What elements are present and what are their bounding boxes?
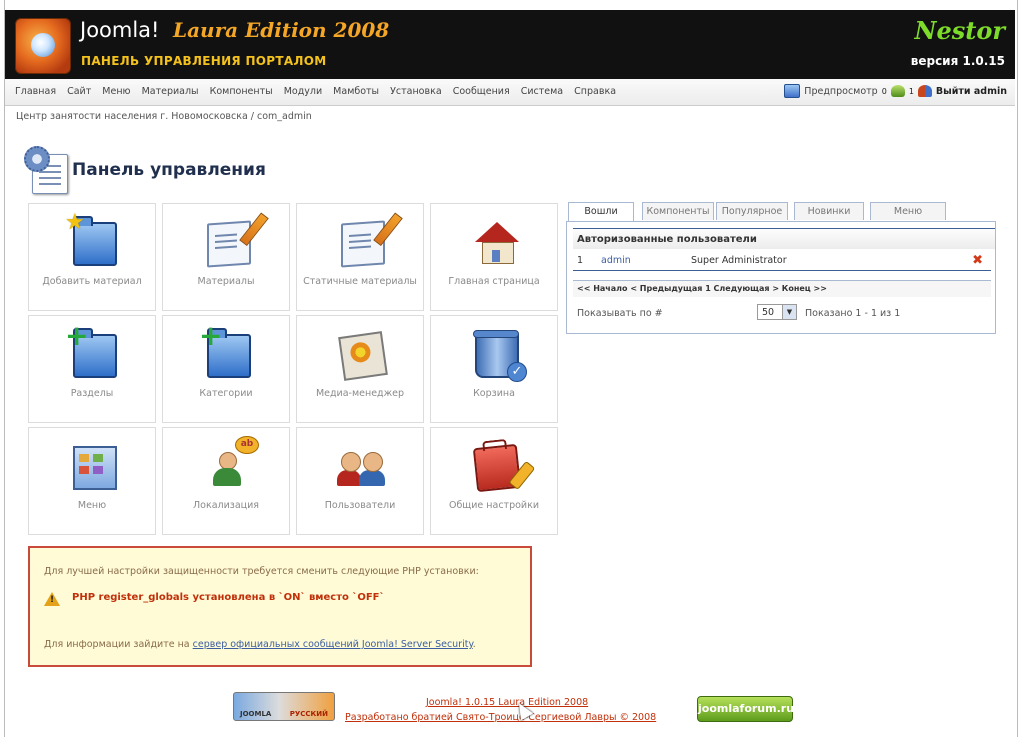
messages-count: 0 bbox=[881, 86, 887, 96]
logout-user-icon[interactable]: ✖ bbox=[972, 252, 983, 270]
home-icon bbox=[475, 222, 519, 264]
tab-logged[interactable]: Вошли bbox=[568, 202, 634, 222]
media-manager-button[interactable]: Медиа-менеджер bbox=[296, 315, 424, 423]
users-icon bbox=[337, 446, 385, 486]
footer-badge-left[interactable]: JOOMLA РУССКИЙ bbox=[233, 692, 335, 721]
version-label: версия 1.0.15 bbox=[910, 54, 1005, 68]
language-icon: ab bbox=[207, 436, 259, 486]
nestor-logo: Nestor bbox=[914, 16, 1005, 45]
menu-item-modules[interactable]: Модули bbox=[284, 86, 322, 97]
quick-icon-label: Статичные материалы bbox=[303, 276, 417, 287]
global-config-button[interactable]: Общие настройки bbox=[430, 427, 558, 535]
quick-icon-label: Добавить материал bbox=[42, 276, 142, 287]
joomlaforum-badge[interactable]: joomlaforum.ru bbox=[697, 696, 794, 722]
quick-icons-grid: ★ Добавить материал Материалы Статичные … bbox=[28, 203, 560, 535]
security-warning: Для лучшей настройки защищенности требуе… bbox=[28, 546, 532, 667]
edition-name: Laura Edition 2008 bbox=[173, 18, 390, 42]
chevron-down-icon[interactable]: ▼ bbox=[782, 305, 796, 319]
preview-link[interactable]: Предпросмотр bbox=[804, 86, 877, 97]
row-number: 1 bbox=[577, 255, 584, 266]
joomla-logo-icon bbox=[15, 18, 71, 74]
categories-icon: + bbox=[199, 322, 251, 378]
footer-version-link[interactable]: Joomla! 1.0.15 Laura Edition 2008 bbox=[426, 697, 588, 708]
menu-item-site[interactable]: Сайт bbox=[67, 86, 91, 97]
info-tabs: Вошли Компоненты Популярное Новинки Меню bbox=[566, 202, 996, 222]
language-button[interactable]: ab Локализация bbox=[162, 427, 290, 535]
quick-icon-label: Пользователи bbox=[324, 500, 396, 511]
results-count: Показано 1 - 1 из 1 bbox=[805, 308, 901, 319]
menu-item-system[interactable]: Система bbox=[521, 86, 563, 97]
content-icon bbox=[207, 212, 269, 268]
frontpage-button[interactable]: Главная страница bbox=[430, 203, 558, 311]
user-link[interactable]: admin bbox=[601, 252, 631, 270]
sections-button[interactable]: + Разделы bbox=[28, 315, 156, 423]
menu-right: Предпросмотр 0 1 Выйти admin bbox=[784, 84, 1007, 98]
logged-users-panel: Авторизованные пользователи 1 admin Supe… bbox=[566, 221, 996, 334]
per-page-label: Показывать по # bbox=[577, 308, 663, 319]
static-content-button[interactable]: Статичные материалы bbox=[296, 203, 424, 311]
sections-icon: + bbox=[65, 322, 117, 378]
header-subtitle: ПАНЕЛЬ УПРАВЛЕНИЯ ПОРТАЛОМ bbox=[81, 54, 327, 68]
quick-icon-label: Меню bbox=[77, 500, 107, 511]
page-title: Панель управления bbox=[72, 160, 266, 180]
users-button[interactable]: Пользователи bbox=[296, 427, 424, 535]
add-content-icon: ★ bbox=[65, 210, 117, 266]
add-content-button[interactable]: ★ Добавить материал bbox=[28, 203, 156, 311]
user-role: Super Administrator bbox=[691, 255, 787, 266]
per-page-select[interactable]: 50 ▼ bbox=[757, 304, 797, 320]
main-menu: Главная Сайт Меню Материалы Компоненты М… bbox=[15, 86, 624, 97]
online-users-icon[interactable] bbox=[917, 85, 932, 97]
static-content-icon bbox=[341, 212, 403, 268]
logout-link[interactable]: Выйти admin bbox=[936, 86, 1007, 97]
menu-icon bbox=[73, 446, 117, 490]
quick-icon-label: Медиа-менеджер bbox=[315, 388, 405, 399]
quick-icon-label: Категории bbox=[199, 388, 253, 399]
brand-name: Joomla! bbox=[80, 18, 160, 42]
menu-item-menu[interactable]: Меню bbox=[102, 86, 130, 97]
categories-button[interactable]: + Категории bbox=[162, 315, 290, 423]
trash-button[interactable]: ✓ Корзина bbox=[430, 315, 558, 423]
warning-info: Для информации зайдите на сервер официал… bbox=[44, 639, 476, 650]
warning-setting: PHP register_globals установлена в `ON` … bbox=[72, 592, 385, 603]
users-count: 1 bbox=[908, 86, 914, 96]
menu-item-content[interactable]: Материалы bbox=[142, 86, 199, 97]
messages-icon[interactable] bbox=[890, 85, 905, 97]
control-panel-icon bbox=[24, 146, 70, 194]
preview-icon[interactable] bbox=[784, 84, 801, 98]
quick-icon-label: Корзина bbox=[473, 388, 515, 399]
tab-components[interactable]: Компоненты bbox=[642, 202, 714, 220]
config-icon bbox=[472, 443, 536, 493]
quick-icon-label: Общие настройки bbox=[448, 500, 540, 511]
panel-header: Авторизованные пользователи bbox=[573, 228, 995, 249]
tab-latest[interactable]: Новинки bbox=[794, 202, 864, 220]
warning-icon bbox=[44, 592, 60, 606]
tab-menu[interactable]: Меню bbox=[870, 202, 946, 220]
menu-item-installers[interactable]: Установка bbox=[390, 86, 442, 97]
breadcrumb: Центр занятости населения г. Новомосковс… bbox=[16, 111, 312, 122]
menu-item-help[interactable]: Справка bbox=[574, 86, 616, 97]
quick-icon-label: Разделы bbox=[70, 388, 114, 399]
quick-icon-label: Главная страница bbox=[448, 276, 540, 287]
menu-item-messages[interactable]: Сообщения bbox=[453, 86, 510, 97]
menu-item-mambots[interactable]: Мамботы bbox=[333, 86, 379, 97]
footer-credits-link[interactable]: Разработано братией Свято-Троице-Сергиев… bbox=[345, 712, 656, 723]
menu-manager-button[interactable]: Меню bbox=[28, 427, 156, 535]
media-icon bbox=[338, 331, 388, 381]
header: Joomla! Laura Edition 2008 ПАНЕЛЬ УПРАВЛ… bbox=[5, 10, 1015, 79]
menu-bar: Главная Сайт Меню Материалы Компоненты М… bbox=[5, 79, 1015, 106]
quick-icon-label: Материалы bbox=[197, 276, 255, 287]
content-button[interactable]: Материалы bbox=[162, 203, 290, 311]
table-row: 1 admin Super Administrator ✖ bbox=[573, 252, 991, 271]
menu-item-home[interactable]: Главная bbox=[15, 86, 56, 97]
warning-text: Для лучшей настройки защищенности требуе… bbox=[44, 566, 479, 577]
security-link[interactable]: сервер официальных сообщений Joomla! Ser… bbox=[193, 639, 473, 650]
quick-icon-label: Локализация bbox=[193, 500, 259, 511]
pagination[interactable]: << Начало < Предыдущая 1 Следующая > Кон… bbox=[573, 280, 991, 297]
tab-popular[interactable]: Популярное bbox=[716, 202, 788, 220]
trash-icon: ✓ bbox=[473, 330, 527, 382]
menu-item-components[interactable]: Компоненты bbox=[210, 86, 273, 97]
